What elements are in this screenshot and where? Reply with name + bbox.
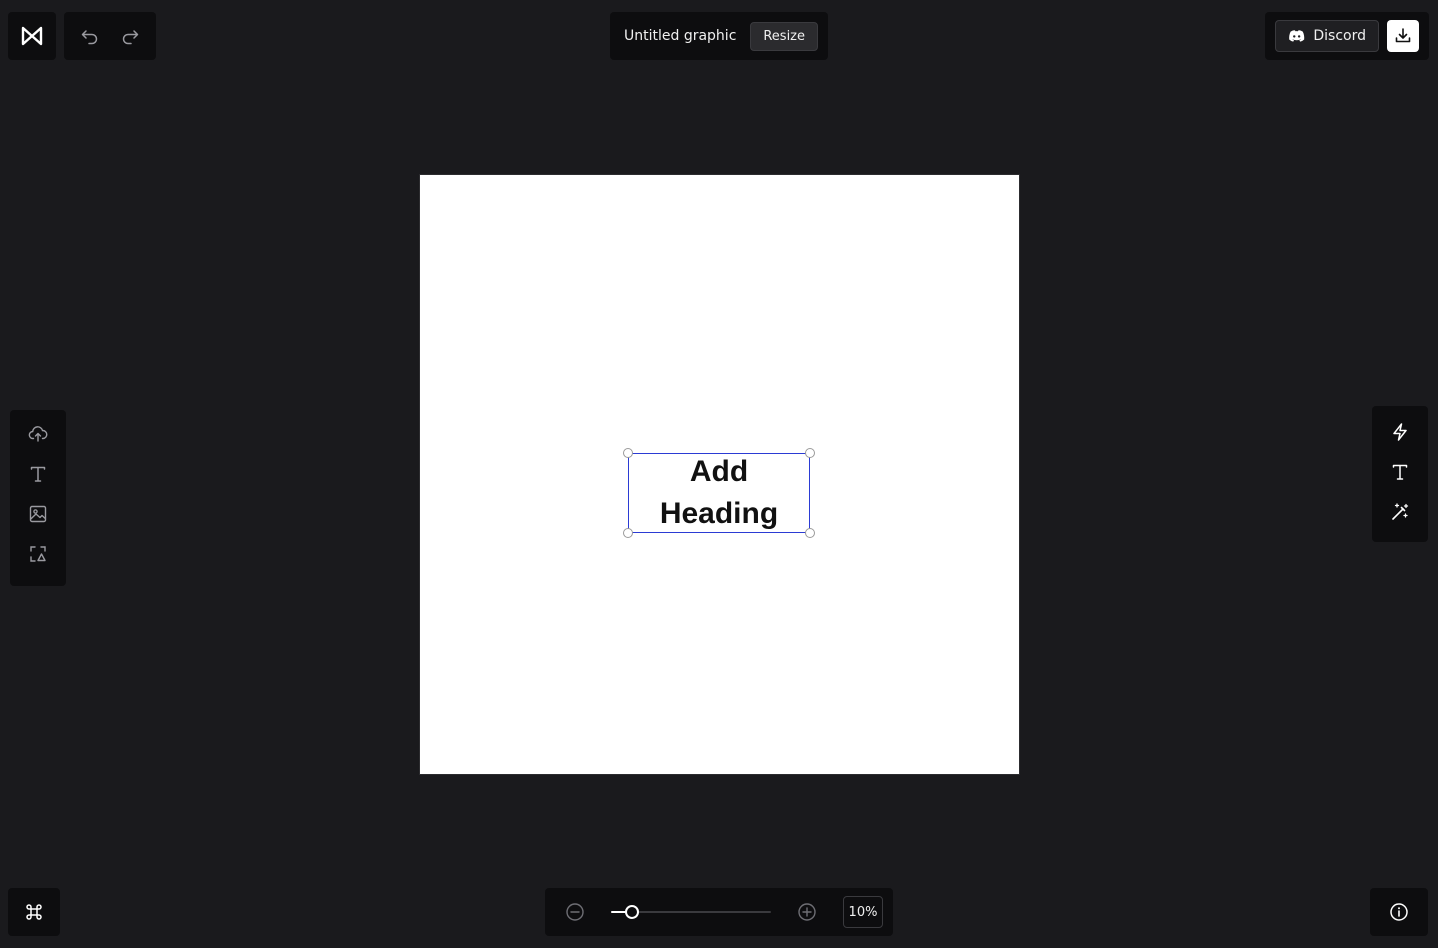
heading-line-1: Add [689,455,749,488]
heading-text-element[interactable]: Add Heading [623,448,815,538]
resize-handle-bottom-left[interactable] [623,528,633,538]
zoom-out-button[interactable] [559,896,591,928]
document-title[interactable]: Untitled graphic [624,28,736,44]
top-right-actions: Discord [1265,12,1429,60]
redo-icon [122,30,139,45]
discord-icon [1289,30,1305,42]
document-title-bar: Untitled graphic Resize [610,12,828,60]
text-style-button[interactable] [1384,456,1416,488]
download-icon [1395,28,1411,43]
app-logo[interactable] [8,12,56,60]
bowtie-logo-icon [21,26,43,46]
quick-actions-button[interactable] [1384,416,1416,448]
undo-icon [81,30,98,45]
history-controls [64,12,156,60]
heading-line-2: Heading [659,497,779,530]
image-tool-button[interactable] [18,498,58,530]
info-icon [1390,903,1408,921]
lightning-icon [1393,423,1407,441]
shapes-icon [30,546,46,562]
redo-button[interactable] [114,20,146,52]
magic-button[interactable] [1384,496,1416,528]
heading-text[interactable]: Add Heading [660,451,778,535]
right-toolbar [1372,406,1428,542]
resize-handle-top-left[interactable] [623,448,633,458]
resize-button[interactable]: Resize [750,21,818,51]
design-canvas[interactable]: Add Heading [419,174,1020,775]
zoom-value[interactable]: 10% [843,896,883,928]
magic-wand-icon [1392,503,1409,520]
upload-tool-button[interactable] [18,418,58,450]
zoom-in-icon [798,903,816,921]
zoom-slider[interactable] [611,905,771,919]
zoom-slider-thumb[interactable] [625,905,639,919]
zoom-in-button[interactable] [791,896,823,928]
text-icon [30,466,46,482]
command-icon [26,904,42,920]
download-button[interactable] [1387,20,1419,52]
command-menu-button[interactable] [8,888,60,936]
cloud-upload-icon [28,426,48,442]
undo-button[interactable] [74,20,106,52]
resize-handle-top-right[interactable] [805,448,815,458]
info-button[interactable] [1370,888,1428,936]
discord-label: Discord [1313,28,1366,44]
discord-button[interactable]: Discord [1275,20,1379,52]
text-icon [1392,464,1408,480]
resize-handle-bottom-right[interactable] [805,528,815,538]
zoom-out-icon [566,903,584,921]
image-icon [29,505,47,523]
shapes-tool-button[interactable] [18,538,58,570]
left-toolbar [10,410,66,586]
zoom-controls: 10% [545,888,893,936]
text-tool-button[interactable] [18,458,58,490]
